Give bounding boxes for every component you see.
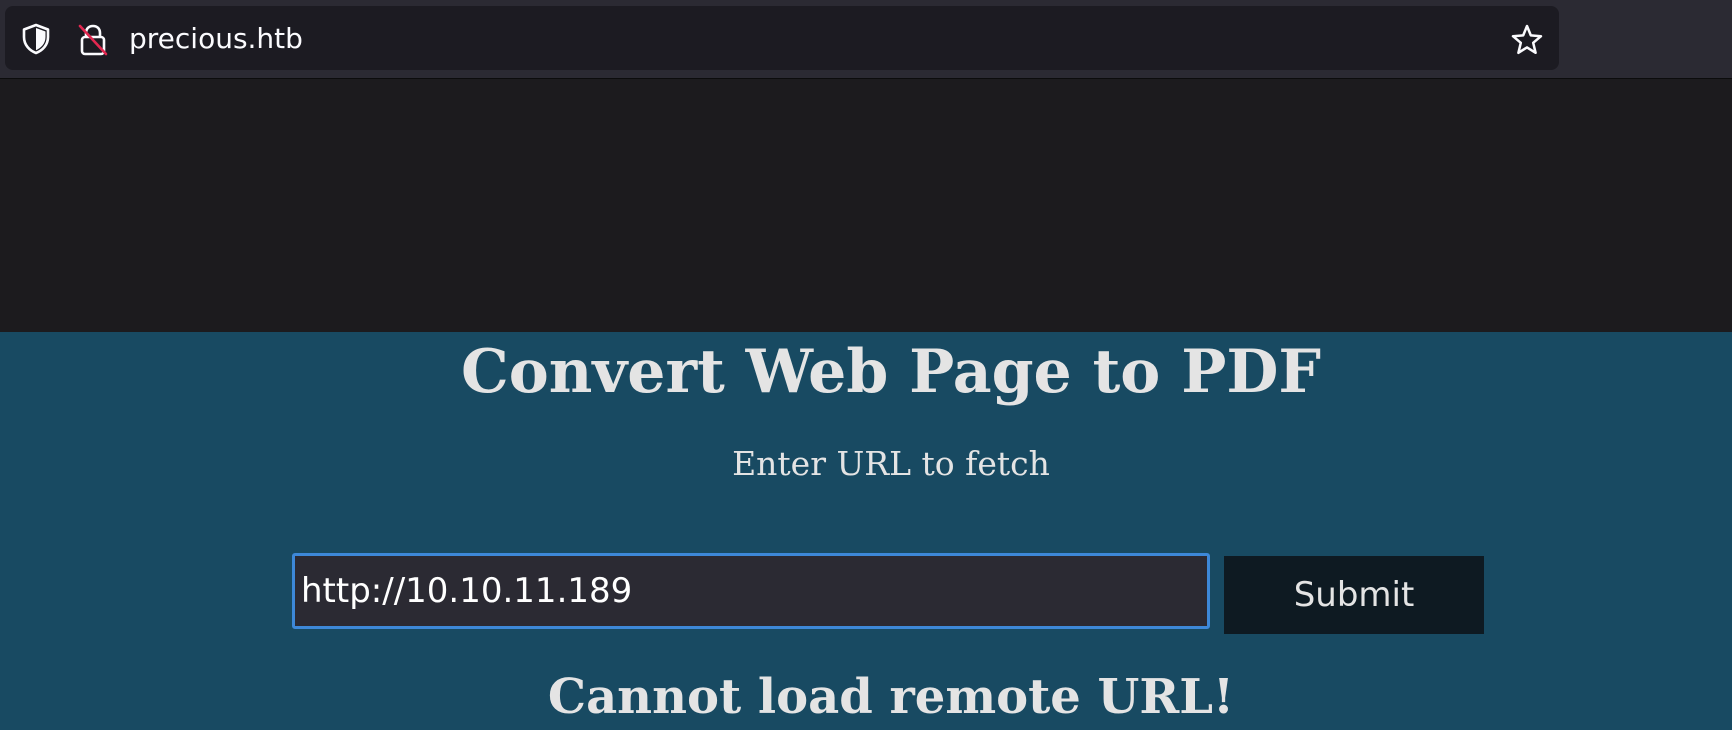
page-blank-area (0, 79, 1732, 332)
shield-icon[interactable] (19, 22, 53, 56)
address-bar-url[interactable]: precious.htb (129, 23, 303, 55)
star-icon[interactable] (1509, 22, 1545, 58)
error-message: Cannot load remote URL! (547, 669, 1235, 725)
page-content: Convert Web Page to PDF Enter URL to fet… (0, 332, 1732, 730)
lock-insecure-icon[interactable] (75, 22, 111, 58)
url-input[interactable] (292, 553, 1210, 629)
browser-toolbar: precious.htb (0, 0, 1732, 79)
page-subtitle: Enter URL to fetch (732, 444, 1050, 483)
page-title: Convert Web Page to PDF (461, 337, 1321, 407)
submit-button[interactable]: Submit (1224, 556, 1484, 634)
address-bar[interactable]: precious.htb (5, 6, 1559, 70)
